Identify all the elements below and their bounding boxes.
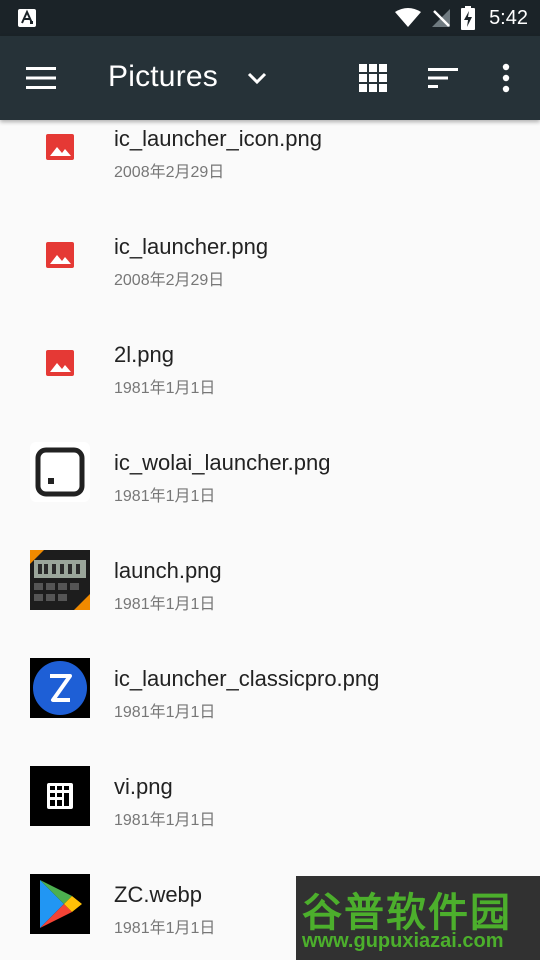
status-time: 5:42 xyxy=(489,6,528,29)
file-date: 2008年2月29日 xyxy=(114,272,225,289)
folder-title[interactable]: Pictures xyxy=(108,60,218,94)
file-row[interactable]: ic_launcher_icon.png 2008年2月29日 xyxy=(0,120,540,202)
file-name: ic_launcher_classicpro.png xyxy=(114,666,380,691)
file-name: ic_wolai_launcher.png xyxy=(114,450,331,475)
file-row[interactable]: launch.png 1981年1月1日 xyxy=(0,526,540,634)
file-name: 2l.png xyxy=(114,342,174,367)
wolai-thumbnail xyxy=(30,442,90,502)
file-date: 1981年1月1日 xyxy=(114,812,216,829)
menu-icon[interactable] xyxy=(26,66,58,90)
watermark: 谷普软件园 www.gupuxiazai.com xyxy=(296,876,540,960)
watermark-url: www.gupuxiazai.com xyxy=(302,930,504,952)
file-row[interactable]: 2l.png 1981年1月1日 xyxy=(0,310,540,418)
file-name: launch.png xyxy=(114,558,222,583)
file-row[interactable]: ic_launcher_classicpro.png 1981年1月1日 xyxy=(0,634,540,742)
file-name: ic_launcher.png xyxy=(114,234,269,259)
vi-thumbnail xyxy=(30,766,90,826)
wifi-icon xyxy=(395,8,422,27)
file-row[interactable]: vi.png 1981年1月1日 xyxy=(0,742,540,850)
file-date: 1981年1月1日 xyxy=(114,596,216,613)
grid-view-icon[interactable] xyxy=(359,64,387,92)
file-name: vi.png xyxy=(114,774,173,799)
play-store-thumbnail xyxy=(30,874,90,934)
battery-charging-icon xyxy=(461,6,476,30)
more-options-icon[interactable] xyxy=(499,63,513,93)
sort-icon[interactable] xyxy=(428,66,458,90)
image-file-icon xyxy=(46,350,74,376)
status-bar: 5:42 xyxy=(0,0,540,36)
file-date: 1981年1月1日 xyxy=(114,704,216,721)
file-date: 1981年1月1日 xyxy=(114,488,216,505)
file-list: ic_launcher_icon.png 2008年2月29日 ic_launc… xyxy=(0,120,540,960)
notification-app-icon xyxy=(18,9,36,27)
file-row[interactable]: ic_wolai_launcher.png 1981年1月1日 xyxy=(0,418,540,526)
image-file-icon xyxy=(46,242,74,268)
file-name: ZC.webp xyxy=(114,882,203,907)
classicpro-thumbnail xyxy=(30,658,90,718)
file-date: 1981年1月1日 xyxy=(114,920,216,937)
file-date: 1981年1月1日 xyxy=(114,380,216,397)
calculator-thumbnail xyxy=(30,550,90,610)
file-date: 2008年2月29日 xyxy=(114,164,225,181)
file-name: ic_launcher_icon.png xyxy=(114,126,322,151)
app-toolbar: Pictures xyxy=(0,36,540,120)
file-row[interactable]: ic_launcher.png 2008年2月29日 xyxy=(0,202,540,310)
image-file-icon xyxy=(46,134,74,160)
no-signal-icon xyxy=(432,9,451,27)
chevron-down-icon[interactable] xyxy=(246,67,268,89)
